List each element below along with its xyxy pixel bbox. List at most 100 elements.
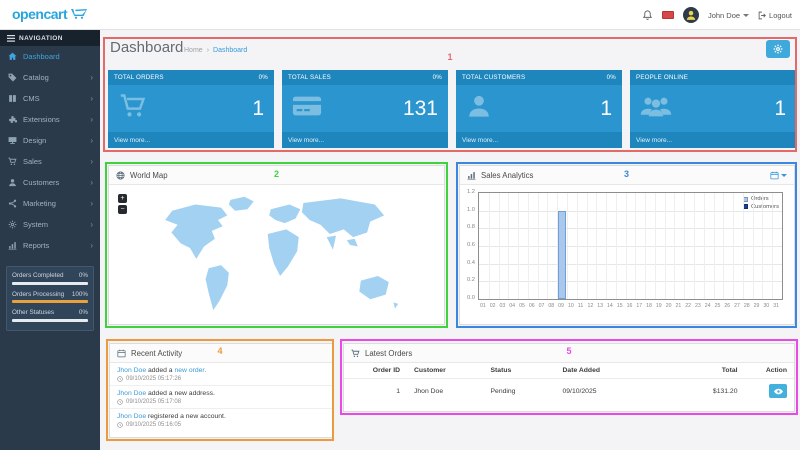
chart-plot[interactable]: Orders Customers [478, 192, 783, 300]
customer-cell: Jhon Doe [414, 387, 444, 395]
calendar-icon [117, 349, 126, 358]
chevron-right-icon: › [90, 219, 93, 229]
chart-legend: Orders Customers [743, 196, 779, 210]
calendar-icon [770, 171, 779, 179]
tile-value: 1 [774, 96, 786, 120]
sidebar-item-dashboard[interactable]: Dashboard [0, 46, 100, 67]
logout-label: Logout [769, 10, 792, 20]
activity-item: Jhon Doe added a new order. 09/10/2025 0… [110, 363, 332, 386]
sidebar-item-sales[interactable]: Sales › [0, 151, 100, 172]
user-avatar[interactable] [682, 7, 699, 23]
logout-button[interactable]: Logout [758, 11, 792, 20]
tag-icon [7, 73, 18, 82]
sidebar-order-stats: Orders Completed 0% Orders Processing 10… [6, 266, 94, 331]
user-icon [466, 92, 492, 125]
sidebar-item-cms[interactable]: CMS › [0, 88, 100, 109]
tile-value: 1 [600, 96, 612, 120]
tile-percent: 0% [258, 74, 268, 81]
progress-bar [12, 281, 88, 285]
breadcrumb-current[interactable]: Dashboard [213, 47, 247, 54]
tile-people-online: PEOPLE ONLINE 1 View more... [630, 70, 796, 148]
sidebar-item-marketing[interactable]: Marketing › [0, 193, 100, 214]
notifications-bell-icon[interactable] [642, 9, 653, 21]
share-icon [7, 199, 18, 208]
sidebar-item-catalog[interactable]: Catalog › [0, 67, 100, 88]
page-title: Dashboard [110, 39, 184, 56]
world-map-image[interactable] [127, 189, 427, 321]
sidebar-item-label: Design [23, 136, 47, 145]
tile-value: 131 [402, 96, 438, 120]
tile-total-sales: TOTAL SALES 0% 131 View more... [282, 70, 448, 148]
view-more-link[interactable]: View more... [456, 132, 622, 148]
activity-user-link[interactable]: Jhon Doe [117, 413, 146, 420]
view-more-link[interactable]: View more... [282, 132, 448, 148]
chevron-right-icon: › [90, 114, 93, 124]
latest-orders-panel: Latest Orders Order ID Customer Status D… [343, 343, 795, 412]
logout-icon [758, 11, 766, 19]
total-cell: $131.20 [712, 387, 738, 395]
progress-bar [12, 300, 88, 303]
sidebar-item-system[interactable]: System › [0, 214, 100, 235]
breadcrumb-home[interactable]: Home [184, 47, 203, 54]
activity-text: added a [146, 367, 175, 374]
sidebar-item-label: Dashboard [23, 52, 60, 61]
sidebar-item-reports[interactable]: Reports › [0, 235, 100, 256]
globe-icon [116, 170, 125, 180]
chevron-right-icon: › [90, 135, 93, 145]
legend-swatch [743, 196, 749, 202]
column-header-status: Status [483, 363, 556, 379]
column-header-customer: Customer [407, 363, 484, 379]
clock-icon [117, 376, 123, 382]
breadcrumb: Home › Dashboard [184, 47, 247, 54]
date-added-cell: 09/10/2025 [562, 387, 597, 395]
map-zoom-out-button[interactable]: − [118, 205, 127, 214]
activity-object-link[interactable]: new order. [174, 367, 206, 374]
sidebar-item-label: System [23, 220, 49, 229]
top-bar: opencart John Doe Logout [0, 0, 800, 30]
sidebar-item-extensions[interactable]: Extensions › [0, 109, 100, 130]
store-flag-icon[interactable] [661, 11, 674, 19]
activity-user-link[interactable]: Jhon Doe [117, 390, 146, 397]
sidebar-item-label: Sales [23, 157, 42, 166]
sidebar-item-label: Customers [23, 178, 60, 187]
tile-title: TOTAL ORDERS [114, 74, 164, 81]
recent-activity-panel: Recent Activity Jhon Doe added a new ord… [109, 343, 333, 438]
view-more-link[interactable]: View more... [108, 132, 274, 148]
activity-text: added a new address. [146, 390, 215, 397]
chevron-right-icon: › [90, 240, 93, 250]
logo-text: opencart [12, 6, 68, 22]
sidebar-item-design[interactable]: Design › [0, 130, 100, 151]
panel-title: Latest Orders [365, 348, 413, 358]
sales-chart: 0.0 0.2 0.4 0.6 0.8 1.0 1.2 Orders Customers 01… [460, 185, 794, 310]
dashboard-settings-button[interactable] [766, 40, 790, 58]
tile-total-orders: TOTAL ORDERS 0% 1 View more... [108, 70, 274, 148]
world-map-panel: World Map + − [108, 165, 445, 325]
sidebar-item-label: Catalog [23, 73, 49, 82]
monitor-icon [7, 136, 18, 145]
panel-title: Recent Activity [131, 348, 183, 358]
view-more-link[interactable]: View more... [630, 132, 796, 148]
calendar-dropdown-button[interactable] [770, 171, 787, 180]
credit-card-icon [292, 94, 322, 123]
stat-value: 0% [78, 309, 88, 316]
activity-text: registered a new account. [146, 413, 226, 420]
chevron-right-icon: › [90, 156, 93, 166]
clock-icon [117, 422, 123, 428]
user-menu[interactable]: John Doe [708, 11, 750, 20]
main-content: Dashboard Home › Dashboard TOTAL ORDERS … [100, 30, 800, 450]
nav-title: NAVIGATION [19, 34, 63, 42]
map-zoom-in-button[interactable]: + [118, 194, 127, 203]
sidebar-item-customers[interactable]: Customers › [0, 172, 100, 193]
tile-value: 1 [252, 96, 264, 120]
panel-title: Sales Analytics [481, 170, 534, 180]
chevron-right-icon: › [90, 72, 93, 82]
stat-label: Orders Completed [12, 272, 64, 279]
tile-title: TOTAL CUSTOMERS [462, 74, 526, 81]
view-order-button[interactable] [769, 384, 787, 398]
activity-timestamp: 09/10/2025 05:17:08 [126, 399, 182, 405]
eye-icon [773, 388, 783, 394]
stat-other-statuses: Other Statuses 0% [12, 309, 88, 322]
activity-item: Jhon Doe added a new address. 09/10/2025… [110, 386, 332, 409]
activity-user-link[interactable]: Jhon Doe [117, 367, 146, 374]
sidebar-item-label: Reports [23, 241, 50, 250]
